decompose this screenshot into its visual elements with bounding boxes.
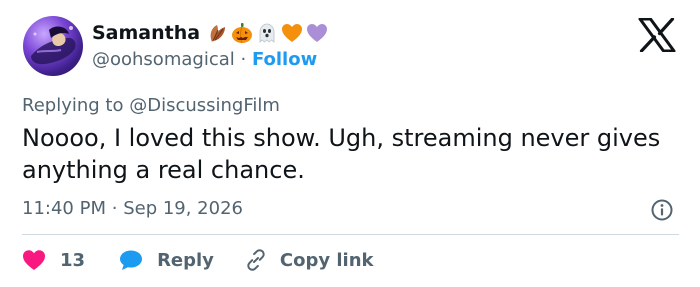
- timestamp-separator: ·: [111, 198, 118, 219]
- heart-icon: [23, 250, 45, 270]
- x-logo-icon[interactable]: [638, 17, 676, 53]
- replying-prefix: Replying to: [22, 95, 124, 116]
- tweet-text: Noooo, I loved this show. Ugh, streaming…: [22, 124, 661, 184]
- copy-link-button[interactable]: Copy link: [244, 248, 374, 272]
- leaf-emoji: [206, 22, 228, 44]
- orange-heart-emoji: [281, 22, 303, 44]
- follow-button[interactable]: Follow: [252, 49, 317, 70]
- link-icon: [247, 249, 265, 271]
- copy-link-label: Copy link: [279, 249, 374, 271]
- purple-heart-emoji: [306, 22, 328, 44]
- speech-bubble-icon: [120, 250, 143, 270]
- info-icon[interactable]: [650, 198, 674, 222]
- handle[interactable]: @oohsomagical: [92, 49, 235, 70]
- replying-mention-link[interactable]: @DiscussingFilm: [129, 95, 280, 116]
- name-emojis: [206, 22, 328, 44]
- reply-button[interactable]: Reply: [119, 249, 214, 271]
- avatar-image: [31, 26, 76, 65]
- handle-separator: ·: [240, 49, 247, 70]
- ghost-emoji: [256, 22, 278, 44]
- like-button[interactable]: 13: [22, 249, 85, 271]
- display-name-row: Samantha: [92, 20, 328, 46]
- timestamp[interactable]: 11:40 PM · Sep 19, 2026: [22, 196, 243, 222]
- tweet-time: 11:40 PM: [22, 198, 106, 219]
- avatar[interactable]: [23, 16, 83, 76]
- tweet-date: Sep 19, 2026: [123, 198, 243, 219]
- divider: [22, 234, 679, 235]
- reply-label: Reply: [157, 249, 214, 271]
- like-count: 13: [60, 249, 86, 271]
- handle-row: @oohsomagical · Follow: [92, 47, 317, 73]
- replying-to: Replying to @DiscussingFilm: [22, 94, 280, 118]
- jack-o-lantern-emoji: [231, 22, 253, 44]
- action-bar: 13 Reply Copy link: [22, 244, 374, 276]
- display-name[interactable]: Samantha: [92, 20, 200, 46]
